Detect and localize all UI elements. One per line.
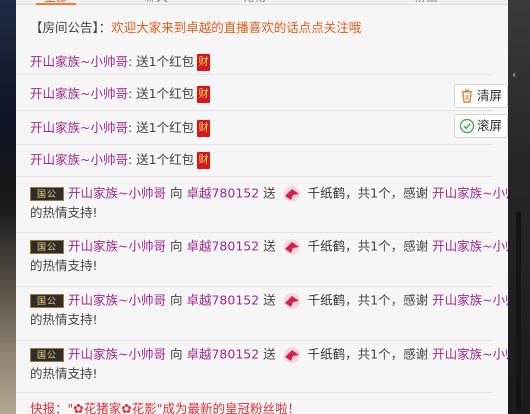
- username-link[interactable]: 开山家族~小帅哥: [68, 239, 166, 254]
- anchor-link[interactable]: 卓越780152: [186, 239, 259, 254]
- noble-badge: 国公: [30, 187, 64, 201]
- username-link[interactable]: 开山家族~小帅哥: [68, 293, 166, 308]
- message-text: ，共1个，感谢: [345, 346, 429, 362]
- chat-tabs: 全部 聊天 礼物 粉丝: [16, 0, 508, 5]
- chat-message: 开山家族~小帅哥: 送1个红包财: [16, 74, 492, 111]
- redpacket-line: 开山家族~小帅哥: 送1个红包财: [30, 152, 211, 169]
- noble-badge: 国公: [30, 294, 64, 308]
- message-text: 送: [263, 238, 276, 254]
- video-background-left: [0, 0, 16, 414]
- message-text: 向: [169, 346, 183, 362]
- red-packet-icon: 财: [197, 152, 211, 169]
- red-packet-icon: 财: [197, 120, 211, 137]
- message-text: 的热情支持!: [30, 312, 98, 327]
- username-link[interactable]: 开山家族~小帅哥: [30, 54, 128, 69]
- message-text: ，共1个，感谢: [345, 292, 429, 308]
- tab-fans[interactable]: 粉丝: [414, 0, 438, 4]
- username-link[interactable]: 开山家族~小帅哥: [68, 186, 166, 201]
- username-link[interactable]: 开山家族~小帅哥: [30, 152, 128, 167]
- message-text: : 送1个红包: [127, 152, 195, 167]
- message-text: 的热情支持!: [30, 205, 98, 220]
- clear-screen-label: 清屏: [477, 88, 503, 103]
- username-link[interactable]: 开山家族~小帅哥: [68, 347, 166, 362]
- gift-name: 千纸鹤: [307, 346, 346, 362]
- gift-name: 千纸鹤: [307, 185, 346, 201]
- tab-chat[interactable]: 聊天: [144, 0, 168, 4]
- chat-message: 国公 开山家族~小帅哥 向 卓越780152 送 千纸鹤，共1个，感谢 开山家族~…: [16, 340, 508, 393]
- chat-message: 国公 开山家族~小帅哥 向 卓越780152 送 千纸鹤，共1个，感谢 开山家族~…: [16, 176, 508, 233]
- message-text: ，共1个，感谢: [345, 238, 429, 254]
- username-link[interactable]: 开山家族~小帅哥: [432, 293, 508, 308]
- tab-all[interactable]: 全部: [35, 0, 77, 5]
- message-text: 的热情支持!: [30, 366, 98, 381]
- tab-gift[interactable]: 礼物: [242, 0, 266, 4]
- gift-name: 千纸鹤: [307, 292, 346, 308]
- message-text: : 送1个红包: [127, 86, 195, 101]
- message-text: 送: [263, 346, 276, 362]
- gift-line-tail: 的热情支持!: [30, 205, 98, 221]
- gift-line-tail: 的热情支持!: [30, 258, 98, 274]
- anchor-link[interactable]: 卓越780152: [186, 186, 259, 201]
- gift-name: 千纸鹤: [307, 238, 346, 254]
- chat-panel: 全部 聊天 礼物 粉丝 【房间公告】：欢迎大家来到卓越的直播喜欢的话点点关注哦 …: [16, 0, 508, 414]
- check-circle-icon: [459, 118, 475, 134]
- chat-message: 国公 开山家族~小帅哥 向 卓越780152 送 千纸鹤，共1个，感谢 开山家族~…: [16, 286, 508, 341]
- message-text: : 送1个红包: [127, 120, 195, 135]
- message-text: : 送1个红包: [127, 54, 195, 69]
- message-text: 送: [263, 185, 276, 201]
- room-announcement: 【房间公告】：欢迎大家来到卓越的直播喜欢的话点点关注哦: [16, 14, 508, 42]
- paper-crane-icon: [283, 239, 300, 255]
- chat-message: 开山家族~小帅哥: 送1个红包财: [16, 42, 492, 75]
- message-text: 送: [263, 292, 276, 308]
- redpacket-line: 开山家族~小帅哥: 送1个红包财: [30, 120, 211, 137]
- chevron-left-icon[interactable]: ‹: [512, 68, 516, 81]
- gift-line: 国公 开山家族~小帅哥 向 卓越780152 送 千纸鹤，共1个，感谢 开山家族~…: [30, 238, 508, 256]
- gift-line: 国公 开山家族~小帅哥 向 卓越780152 送 千纸鹤，共1个，感谢 开山家族~…: [30, 346, 508, 364]
- username-link[interactable]: 开山家族~小帅哥: [30, 120, 128, 135]
- announcement-message: 欢迎大家来到卓越的直播喜欢的话点点关注哦: [111, 20, 362, 35]
- gift-line-tail: 的热情支持!: [30, 312, 98, 328]
- username-link[interactable]: 开山家族~小帅哥: [30, 86, 128, 101]
- message-text: ，共1个，感谢: [345, 185, 429, 201]
- paper-crane-icon: [283, 347, 300, 363]
- username-link[interactable]: 开山家族~小帅哥: [432, 239, 508, 254]
- auto-scroll-label: 滚屏: [477, 118, 503, 133]
- scrollbar[interactable]: [516, 212, 521, 412]
- redpacket-line: 开山家族~小帅哥: 送1个红包财: [30, 86, 211, 103]
- redpacket-line: 开山家族~小帅哥: 送1个红包财: [30, 54, 211, 71]
- chat-message: 国公 开山家族~小帅哥 向 卓越780152 送 千纸鹤，共1个，感谢 开山家族~…: [16, 232, 508, 287]
- auto-scroll-button[interactable]: 滚屏: [454, 114, 508, 138]
- trash-icon: [462, 89, 472, 103]
- clear-screen-button[interactable]: 清屏: [454, 84, 508, 108]
- chat-message: 开山家族~小帅哥: 送1个红包财: [16, 110, 492, 145]
- username-link[interactable]: 开山家族~小帅哥: [432, 347, 508, 362]
- announcement-tag: 【房间公告】：: [30, 20, 112, 35]
- message-text: 向: [169, 185, 183, 201]
- red-packet-icon: 财: [197, 86, 211, 103]
- paper-crane-icon: [283, 293, 300, 309]
- video-background-right: ‹: [508, 0, 530, 414]
- noble-badge: 国公: [30, 240, 64, 254]
- gift-line: 国公 开山家族~小帅哥 向 卓越780152 送 千纸鹤，共1个，感谢 开山家族~…: [30, 292, 508, 310]
- noble-badge: 国公: [30, 348, 64, 362]
- message-text: 向: [169, 238, 183, 254]
- paper-crane-icon: [283, 186, 300, 202]
- message-text: 的热情支持!: [30, 258, 98, 273]
- message-text: 向: [169, 292, 183, 308]
- red-packet-icon: 财: [197, 54, 211, 71]
- flash-news: 快报："✿花猪家✿花影"成为最新的皇冠粉丝啦！: [30, 401, 300, 414]
- anchor-link[interactable]: 卓越780152: [186, 347, 259, 362]
- anchor-link[interactable]: 卓越780152: [186, 293, 259, 308]
- gift-line-tail: 的热情支持!: [30, 366, 98, 382]
- username-link[interactable]: 开山家族~小帅哥: [432, 186, 508, 201]
- gift-line: 国公 开山家族~小帅哥 向 卓越780152 送 千纸鹤，共1个，感谢 开山家族~…: [30, 185, 508, 203]
- chat-message: 开山家族~小帅哥: 送1个红包财: [16, 144, 492, 177]
